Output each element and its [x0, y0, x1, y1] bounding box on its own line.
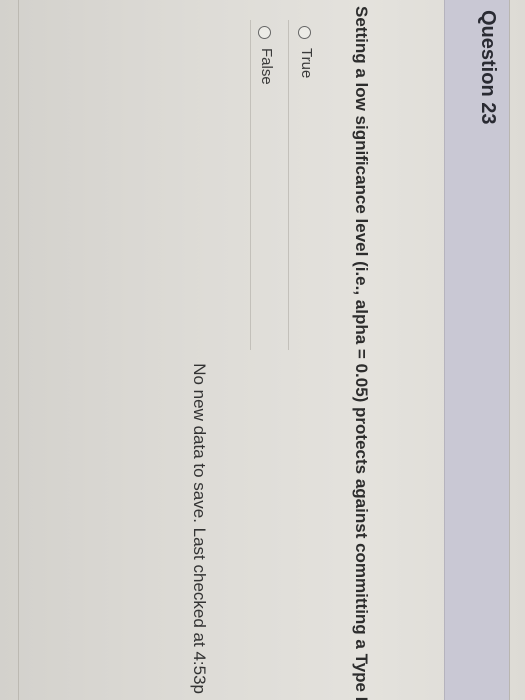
- question-title: Question 23: [477, 10, 499, 125]
- card-border: [18, 0, 19, 700]
- answer-divider: [288, 20, 289, 350]
- question-card: Question 23 Setting a low significance l…: [4, 0, 510, 700]
- answer-option-true[interactable]: True: [277, 26, 317, 356]
- question-text: Setting a low significance level (i.e., …: [352, 6, 371, 700]
- question-header: Question 23: [444, 0, 509, 700]
- answer-divider: [250, 20, 251, 350]
- radio-button-false[interactable]: [258, 26, 271, 39]
- save-status-message: No new data to save. Last checked at 4:5…: [190, 363, 209, 694]
- answer-label-false: False: [258, 48, 275, 85]
- quiz-page: Question 23 Setting a low significance l…: [0, 0, 525, 700]
- answer-label-true: True: [298, 48, 315, 79]
- radio-button-true[interactable]: [298, 26, 311, 39]
- answer-option-false[interactable]: False: [237, 26, 277, 356]
